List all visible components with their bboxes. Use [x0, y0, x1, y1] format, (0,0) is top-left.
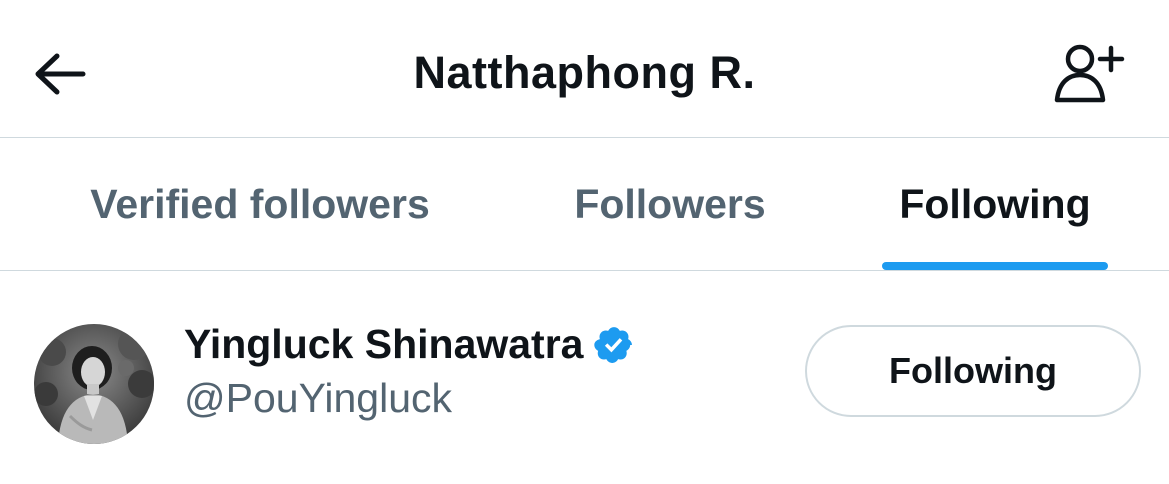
add-user-button[interactable] — [1048, 38, 1130, 108]
tab-followers[interactable]: Followers — [540, 138, 800, 270]
verified-badge-icon — [593, 324, 635, 366]
person-add-icon — [1054, 44, 1125, 103]
tab-following[interactable]: Following — [860, 138, 1130, 270]
user-name-line: Yingluck Shinawatra — [184, 321, 635, 368]
avatar-photo — [34, 324, 154, 444]
user-cell[interactable]: Yingluck Shinawatra @PouYingluck Followi… — [0, 271, 1169, 484]
page-title: Natthaphong R. — [413, 47, 756, 98]
tab-label: Followers — [574, 180, 766, 227]
following-page: Natthaphong R. Verified followers Follow… — [0, 0, 1169, 484]
avatar[interactable] — [34, 324, 154, 444]
following-button[interactable]: Following — [805, 325, 1141, 417]
tab-label: Following — [899, 180, 1091, 227]
user-display-name[interactable]: Yingluck Shinawatra — [184, 321, 583, 368]
tab-bar: Verified followers Followers Following — [0, 138, 1169, 270]
user-handle: @PouYingluck — [184, 375, 453, 421]
active-tab-indicator — [882, 262, 1108, 270]
tab-verified-followers[interactable]: Verified followers — [40, 138, 480, 270]
top-app-bar: Natthaphong R. — [0, 0, 1169, 137]
tab-label: Verified followers — [90, 180, 430, 227]
